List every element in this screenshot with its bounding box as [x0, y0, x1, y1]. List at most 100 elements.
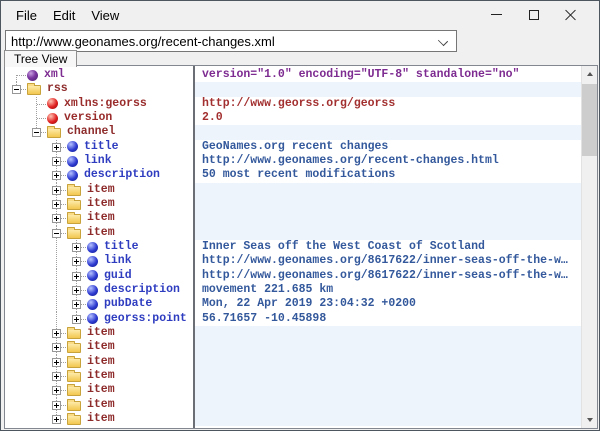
scroll-up-button[interactable]: [582, 66, 597, 82]
value-row[interactable]: [195, 125, 581, 139]
tree-node-row: version: [5, 111, 193, 125]
expander-plus-icon[interactable]: [52, 157, 61, 166]
folder-icon: [67, 372, 81, 382]
folder-icon: [67, 386, 81, 396]
node-label[interactable]: link: [102, 254, 134, 268]
value-row[interactable]: [195, 412, 581, 426]
maximize-button[interactable]: [515, 3, 552, 26]
node-label[interactable]: item: [85, 340, 117, 354]
node-label[interactable]: title: [102, 240, 141, 254]
node-label[interactable]: guid: [102, 269, 134, 283]
node-label[interactable]: item: [85, 326, 117, 340]
expander-plus-icon[interactable]: [72, 243, 81, 252]
node-label[interactable]: xml: [42, 68, 67, 82]
expander-plus-icon[interactable]: [52, 186, 61, 195]
tree-node-row: item: [5, 340, 193, 354]
node-label[interactable]: item: [85, 398, 117, 412]
node-label[interactable]: item: [85, 369, 117, 383]
element-icon: [87, 242, 98, 253]
expander-plus-icon[interactable]: [52, 171, 61, 180]
value-row[interactable]: http://www.geonames.org/recent-changes.h…: [195, 154, 581, 168]
pane-splitter[interactable]: [193, 66, 195, 428]
scroll-down-button[interactable]: [582, 412, 597, 428]
expander-plus-icon[interactable]: [52, 386, 61, 395]
expander-plus-icon[interactable]: [52, 200, 61, 209]
node-label[interactable]: version: [62, 111, 114, 125]
expander-minus-icon[interactable]: [52, 229, 61, 238]
value-row[interactable]: [195, 355, 581, 369]
node-label[interactable]: item: [85, 355, 117, 369]
value-row[interactable]: [195, 340, 581, 354]
vertical-scrollbar[interactable]: [581, 66, 597, 428]
node-label[interactable]: description: [82, 168, 162, 182]
expander-plus-icon[interactable]: [72, 315, 81, 324]
url-combobox: [5, 30, 457, 52]
tree-node-row: georss:point: [5, 312, 193, 326]
value-row[interactable]: 56.71657 -10.45898: [195, 312, 581, 326]
value-row[interactable]: GeoNames.org recent changes: [195, 140, 581, 154]
value-row[interactable]: Mon, 22 Apr 2019 23:04:32 +0200: [195, 297, 581, 311]
tree-guide: [7, 312, 27, 326]
tree-connector: [47, 211, 67, 225]
value-row[interactable]: [195, 82, 581, 96]
value-row[interactable]: http://www.geonames.org/8617622/inner-se…: [195, 269, 581, 283]
folder-icon: [67, 200, 81, 210]
node-label[interactable]: title: [82, 140, 121, 154]
node-label[interactable]: rss: [45, 82, 70, 96]
expander-plus-icon[interactable]: [72, 257, 81, 266]
expander-plus-icon[interactable]: [52, 329, 61, 338]
value-row[interactable]: 2.0: [195, 111, 581, 125]
close-button[interactable]: [552, 3, 589, 26]
menu-file[interactable]: File: [8, 5, 45, 26]
minimize-button[interactable]: [478, 3, 515, 26]
url-input[interactable]: [6, 31, 456, 51]
node-label[interactable]: item: [85, 383, 117, 397]
expander-plus-icon[interactable]: [52, 415, 61, 424]
value-row[interactable]: [195, 326, 581, 340]
node-label[interactable]: item: [85, 412, 117, 426]
node-label[interactable]: xmlns:georss: [62, 97, 149, 111]
expander-plus-icon[interactable]: [52, 143, 61, 152]
expander-plus-icon[interactable]: [52, 358, 61, 367]
tree-connector: [67, 312, 87, 326]
node-label[interactable]: item: [85, 211, 117, 225]
value-row[interactable]: [195, 383, 581, 397]
expander-minus-icon[interactable]: [32, 128, 41, 137]
expander-minus-icon[interactable]: [12, 85, 21, 94]
menu-edit[interactable]: Edit: [45, 5, 83, 26]
element-icon: [87, 313, 98, 324]
menu-view[interactable]: View: [83, 5, 127, 26]
node-label[interactable]: georss:point: [102, 312, 189, 326]
value-row[interactable]: movement 221.685 km: [195, 283, 581, 297]
value-row[interactable]: http://www.georss.org/georss: [195, 97, 581, 111]
scrollbar-thumb[interactable]: [582, 84, 597, 156]
value-row[interactable]: [195, 211, 581, 225]
element-icon: [87, 285, 98, 296]
value-row[interactable]: [195, 398, 581, 412]
tab-tree-view[interactable]: Tree View: [4, 50, 77, 67]
node-label[interactable]: pubDate: [102, 297, 154, 311]
node-label[interactable]: item: [85, 226, 117, 240]
value-row[interactable]: version="1.0" encoding="UTF-8" standalon…: [195, 68, 581, 82]
node-label[interactable]: item: [85, 183, 117, 197]
value-row[interactable]: http://www.geonames.org/8617622/inner-se…: [195, 254, 581, 268]
expander-plus-icon[interactable]: [52, 343, 61, 352]
value-row[interactable]: Inner Seas off the West Coast of Scotlan…: [195, 240, 581, 254]
expander-plus-icon[interactable]: [72, 272, 81, 281]
value-row[interactable]: 50 most recent modifications: [195, 168, 581, 182]
expander-plus-icon[interactable]: [52, 401, 61, 410]
element-icon: [67, 156, 78, 167]
node-label[interactable]: item: [85, 197, 117, 211]
expander-plus-icon[interactable]: [52, 214, 61, 223]
node-label[interactable]: description: [102, 283, 182, 297]
value-row[interactable]: [195, 197, 581, 211]
value-row[interactable]: [195, 183, 581, 197]
tree-guide: [27, 197, 47, 211]
expander-plus-icon[interactable]: [52, 372, 61, 381]
node-label[interactable]: channel: [65, 125, 117, 139]
node-label[interactable]: link: [82, 154, 114, 168]
value-row[interactable]: [195, 369, 581, 383]
expander-plus-icon[interactable]: [72, 300, 81, 309]
value-row[interactable]: [195, 226, 581, 240]
expander-plus-icon[interactable]: [72, 286, 81, 295]
